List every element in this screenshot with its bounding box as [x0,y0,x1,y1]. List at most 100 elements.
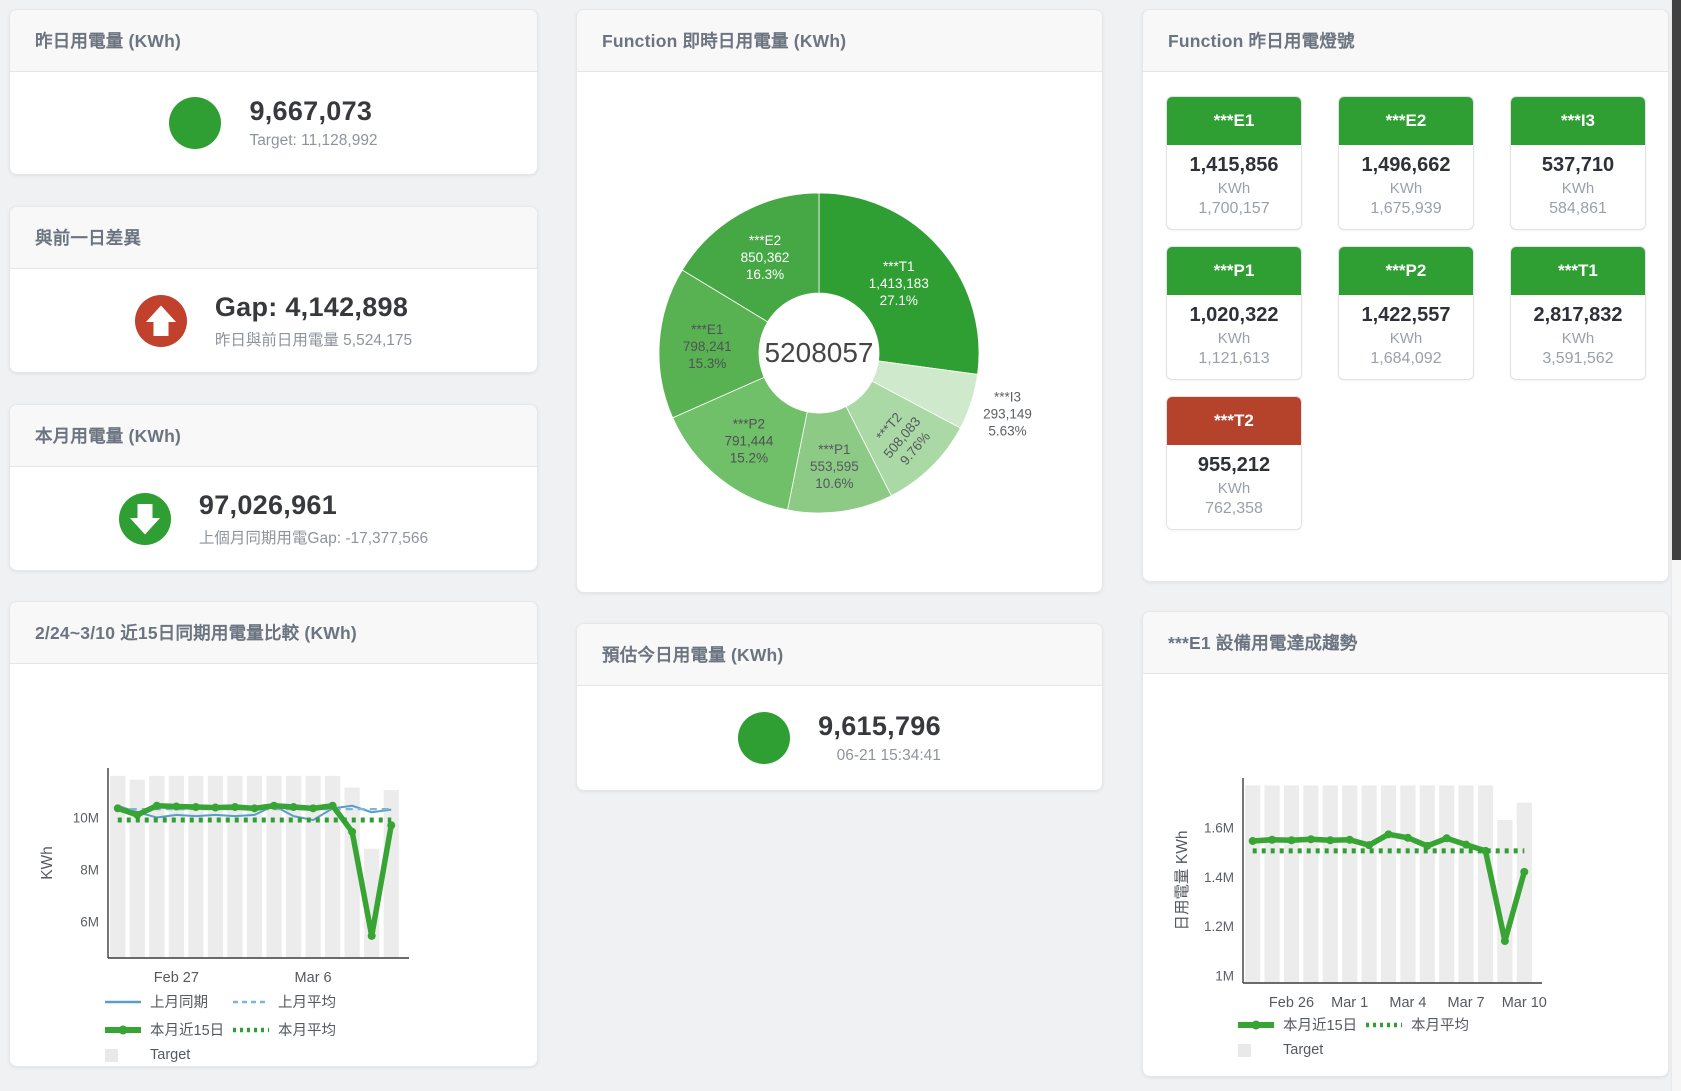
card-gap-previous-day: 與前一日差異 Gap: 4,142,898 昨日與前日用電量 5,524,175 [9,206,538,373]
legend-marker-icon [105,1023,141,1037]
e1-trend-line-chart: 1M1.2M1.4M1.6M日用電量 KWhFeb 26Mar 1Mar 4Ma… [1143,674,1668,1014]
data-point[interactable] [1288,836,1296,844]
donut-center-total: 5208057 [764,337,873,368]
x-tick-label: Mar 6 [295,970,332,986]
tile-value: 2,817,832 [1511,304,1645,327]
legend-marker-icon [1366,1018,1402,1032]
card-title: 2/24~3/10 近15日同期用電量比較 (KWh) [10,602,537,664]
legend-label: 本月平均 [1411,1014,1469,1035]
tile-unit: KWh [1167,180,1301,197]
target-bar[interactable] [1400,785,1415,983]
target-bar[interactable] [110,776,125,958]
data-point[interactable] [1365,841,1373,849]
card-title-text: 2/24~3/10 近15日同期用電量比較 (KWh) [35,620,357,645]
legend-item-solid[interactable]: 上月同期 [105,991,233,1012]
data-point[interactable] [1501,937,1509,945]
status-tile-P1: ***P11,020,322KWh1,121,613 [1166,246,1302,380]
card-title-text: 本月用電量 (KWh) [35,423,181,448]
card-month-usage: 本月用電量 (KWh) 97,026,961 上個月同期用電Gap: -17,3… [9,404,538,571]
data-point[interactable] [114,804,122,812]
target-bar[interactable] [1342,785,1357,983]
legend-label: Target [1283,1042,1323,1058]
kpi-row: Gap: 4,142,898 昨日與前日用電量 5,524,175 [10,269,537,372]
data-point[interactable] [1385,830,1393,838]
card-title: 預估今日用電量 (KWh) [577,624,1102,686]
data-point[interactable] [211,804,219,812]
legend-item-thick[interactable]: 本月近15日 [105,1019,233,1040]
x-tick-label: Feb 26 [1269,995,1314,1009]
data-point[interactable] [1307,835,1315,843]
target-bar[interactable] [247,776,262,958]
tile-unit: KWh [1167,330,1301,347]
data-point[interactable] [270,802,278,810]
legend-item-dashed[interactable]: 上月平均 [233,991,537,1012]
kpi-row: 97,026,961 上個月同期用電Gap: -17,377,566 [10,467,537,570]
data-point[interactable] [348,828,356,836]
target-bar[interactable] [1303,785,1318,983]
legend-item-square[interactable]: Target [105,1047,233,1063]
legend-label: 本月近15日 [150,1019,224,1040]
page-scrollbar[interactable] [1671,0,1681,1091]
target-bar[interactable] [305,776,320,958]
donut-svg: ***T11,413,18327.1%***I3293,1495.63%***T… [577,72,1103,593]
data-point[interactable] [329,802,337,810]
target-bar[interactable] [1245,785,1260,983]
target-bar[interactable] [1265,785,1280,983]
data-point[interactable] [251,804,259,812]
data-point[interactable] [368,932,376,940]
status-tile-T1: ***T12,817,832KWh3,591,562 [1510,246,1646,380]
target-bar[interactable] [1362,785,1377,983]
legend-item-square[interactable]: Target [1238,1042,1366,1058]
target-bar[interactable] [1284,785,1299,983]
data-point[interactable] [290,803,298,811]
status-tile-grid: ***E11,415,856KWh1,700,157***E21,496,662… [1143,72,1668,530]
y-tick-label: 6M [80,915,99,930]
data-point[interactable] [153,802,161,810]
data-point[interactable] [172,803,180,811]
x-tick-label: Mar 4 [1389,995,1426,1009]
tile-name: ***E1 [1167,97,1301,145]
card-body: 6M8M10MKWhFeb 27Mar 6 上月同期上月平均本月近15日本月平均… [10,664,537,1066]
target-bar[interactable] [1323,785,1338,983]
legend-item-dotted[interactable]: 本月平均 [233,1019,537,1040]
data-point[interactable] [1462,841,1470,849]
data-point[interactable] [1404,834,1412,842]
tile-target-value: 1,675,939 [1339,200,1473,218]
data-point[interactable] [1268,836,1276,844]
target-bar[interactable] [1497,820,1512,983]
target-bar[interactable] [384,790,399,958]
card-15day-compare-chart: 2/24~3/10 近15日同期用電量比較 (KWh) 6M8M10MKWhFe… [9,601,538,1067]
target-bar[interactable] [208,776,223,958]
target-bar[interactable] [1420,785,1435,983]
y-axis-label: 日用電量 KWh [1174,831,1191,931]
kpi-subtext: 昨日與前日用電量 5,524,175 [215,328,412,350]
kpi-value: 9,615,796 [818,711,941,742]
card-yesterday-status-lights: Function 昨日用電燈號 ***E11,415,856KWh1,700,1… [1142,9,1669,582]
y-tick-label: 1.4M [1204,870,1234,885]
target-bar[interactable] [1381,785,1396,983]
kpi-subtext: Target: 11,128,992 [249,132,377,150]
data-point[interactable] [1346,836,1354,844]
target-bar[interactable] [1459,785,1474,983]
tile-unit: KWh [1339,330,1473,347]
data-point[interactable] [1249,837,1257,845]
data-point[interactable] [1326,836,1334,844]
target-bar[interactable] [1439,785,1454,983]
chart-legend: 上月同期上月平均本月近15日本月平均Target [105,991,537,1063]
legend-item-dotted[interactable]: 本月平均 [1366,1014,1668,1035]
data-point[interactable] [192,803,200,811]
x-tick-label: Feb 27 [154,970,199,986]
data-point[interactable] [1520,868,1528,876]
scrollbar-thumb[interactable] [1672,0,1681,560]
legend-item-thick[interactable]: 本月近15日 [1238,1014,1366,1035]
target-bar[interactable] [130,780,145,958]
card-title-text: Function 昨日用電燈號 [1168,28,1355,53]
data-point[interactable] [1443,834,1451,842]
tile-unit: KWh [1511,330,1645,347]
red-up-arrow-icon [135,295,187,347]
card-body: ***E11,415,856KWh1,700,157***E21,496,662… [1143,72,1668,581]
tile-name: ***T2 [1167,397,1301,445]
data-point[interactable] [309,804,317,812]
data-point[interactable] [231,803,239,811]
card-body: 1M1.2M1.4M1.6M日用電量 KWhFeb 26Mar 1Mar 4Ma… [1143,674,1668,1076]
